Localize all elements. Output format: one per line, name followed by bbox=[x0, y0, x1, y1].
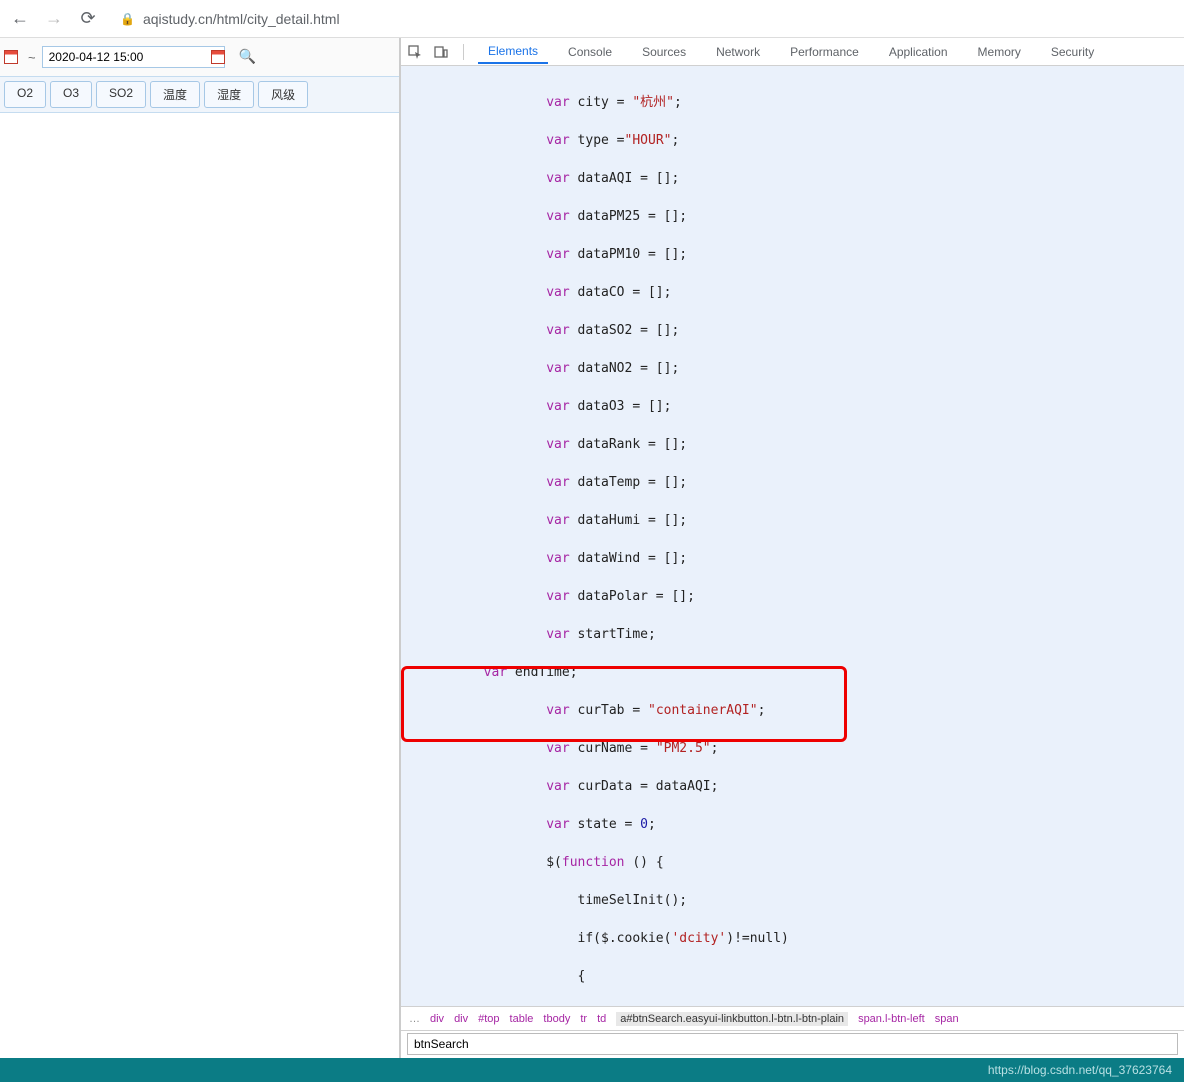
url-text: aqistudy.cn/html/city_detail.html bbox=[143, 11, 340, 27]
tab-network[interactable]: Network bbox=[706, 41, 770, 63]
tab-o3[interactable]: O3 bbox=[50, 81, 92, 108]
forward-button[interactable]: → bbox=[42, 7, 66, 31]
dom-breadcrumb: … div div #top table tbody tr td a#btnSe… bbox=[401, 1006, 1184, 1030]
bc-btnsearch[interactable]: a#btnSearch.easyui-linkbutton.l-btn.l-bt… bbox=[616, 1012, 848, 1026]
lock-icon: 🔒 bbox=[120, 12, 135, 26]
inspect-icon[interactable] bbox=[407, 44, 423, 60]
bc-ellipsis[interactable]: … bbox=[409, 1013, 420, 1025]
date-to-input[interactable] bbox=[42, 46, 225, 68]
calendar-icon[interactable] bbox=[4, 50, 18, 64]
tab-memory[interactable]: Memory bbox=[968, 41, 1031, 63]
reload-button[interactable]: ⟳ bbox=[76, 7, 100, 31]
bc-tr[interactable]: tr bbox=[580, 1013, 587, 1025]
tab-humidity[interactable]: 湿度 bbox=[204, 81, 254, 108]
tab-performance[interactable]: Performance bbox=[780, 41, 869, 63]
page-content: ~ 🔍 O2 O3 SO2 温度 湿度 风级 bbox=[0, 38, 400, 1058]
browser-toolbar: ← → ⟳ 🔒 aqistudy.cn/html/city_detail.htm… bbox=[0, 0, 1184, 38]
tab-temp[interactable]: 温度 bbox=[150, 81, 200, 108]
devtools-toolbar: Elements Console Sources Network Perform… bbox=[401, 38, 1184, 66]
bc-tbody[interactable]: tbody bbox=[543, 1013, 570, 1025]
bc-span-left[interactable]: span.l-btn-left bbox=[858, 1013, 925, 1025]
date-separator: ~ bbox=[26, 50, 38, 65]
bc-div1[interactable]: div bbox=[430, 1013, 444, 1025]
bc-top[interactable]: #top bbox=[478, 1013, 499, 1025]
devtools-search-input[interactable] bbox=[407, 1033, 1178, 1055]
tab-security[interactable]: Security bbox=[1041, 41, 1104, 63]
footer-text: https://blog.csdn.net/qq_37623764 bbox=[988, 1063, 1172, 1077]
date-filter-row: ~ 🔍 bbox=[0, 38, 399, 76]
search-icon[interactable]: 🔍 bbox=[239, 48, 257, 66]
tab-elements[interactable]: Elements bbox=[478, 40, 548, 64]
tab-wind[interactable]: 风级 bbox=[258, 81, 308, 108]
devtools-panel: Elements Console Sources Network Perform… bbox=[400, 38, 1184, 1058]
device-icon[interactable] bbox=[433, 44, 449, 60]
back-button[interactable]: ← bbox=[8, 7, 32, 31]
tab-console[interactable]: Console bbox=[558, 41, 622, 63]
bc-span[interactable]: span bbox=[935, 1013, 959, 1025]
highlight-box bbox=[401, 666, 847, 742]
tab-application[interactable]: Application bbox=[879, 41, 958, 63]
source-code[interactable]: var city = "杭州"; var type ="HOUR"; var d… bbox=[401, 66, 1184, 1006]
tab-so2[interactable]: SO2 bbox=[96, 81, 146, 108]
bc-table[interactable]: table bbox=[510, 1013, 534, 1025]
tab-o2[interactable]: O2 bbox=[4, 81, 46, 108]
bc-div2[interactable]: div bbox=[454, 1013, 468, 1025]
metric-tabs: O2 O3 SO2 温度 湿度 风级 bbox=[0, 76, 399, 113]
watermark-footer: https://blog.csdn.net/qq_37623764 bbox=[0, 1058, 1184, 1082]
calendar-icon[interactable] bbox=[211, 50, 225, 64]
devtools-search-bar bbox=[401, 1030, 1184, 1058]
bc-td[interactable]: td bbox=[597, 1013, 606, 1025]
tab-sources[interactable]: Sources bbox=[632, 41, 696, 63]
address-bar[interactable]: 🔒 aqistudy.cn/html/city_detail.html bbox=[120, 11, 340, 27]
